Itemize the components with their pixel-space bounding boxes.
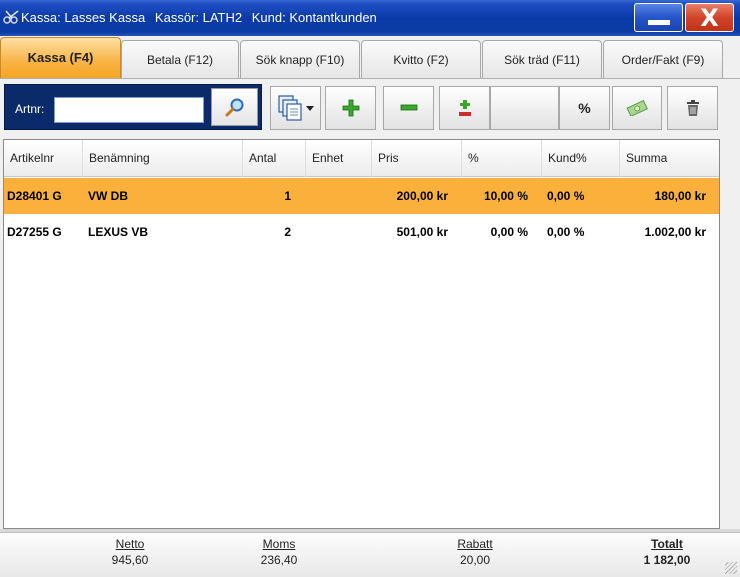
title-kund: Kund: Kontantkunden — [251, 10, 377, 25]
cell-antal: 1 — [284, 189, 291, 203]
column-artikelnr[interactable]: Artikelnr — [4, 140, 83, 177]
cell-summa: 1.002,00 kr — [644, 225, 706, 239]
totalt-label[interactable]: Totalt — [620, 537, 714, 551]
table-row[interactable]: D28401 G VW DB 1 200,00 kr 10,00 % 0,00 … — [4, 178, 719, 214]
rabatt-summary: Rabatt 20,00 — [435, 537, 515, 567]
rabatt-label[interactable]: Rabatt — [435, 537, 515, 551]
artnr-search-panel: Artnr: — [4, 84, 262, 130]
money-icon — [626, 100, 648, 116]
column-procent[interactable]: % — [462, 140, 542, 177]
percent-label: % — [578, 100, 591, 116]
tab-bar: Kassa (F4) Betala (F12) Sök knapp (F10) … — [0, 37, 740, 79]
close-button[interactable]: X — [685, 3, 734, 32]
column-kundprocent[interactable]: Kund% — [542, 140, 620, 177]
article-grid: Artikelnr Benämning Antal Enhet Pris % K… — [3, 139, 720, 529]
delete-button[interactable] — [667, 86, 718, 130]
artnr-input[interactable] — [54, 97, 204, 123]
discount-money-button[interactable] — [612, 86, 662, 130]
moms-summary: Moms 236,40 — [239, 537, 319, 567]
search-icon — [225, 98, 244, 117]
cell-kundprocent: 0,00 % — [547, 225, 585, 239]
table-row[interactable]: D27255 G LEXUS VB 2 501,00 kr 0,00 % 0,0… — [4, 214, 719, 250]
title-bar: Kassa: Lasses Kassa Kassör: LATH2 Kund: … — [0, 0, 740, 36]
netto-summary: Netto 945,60 — [90, 537, 170, 567]
column-enhet[interactable]: Enhet — [306, 140, 372, 177]
grid-header: Artikelnr Benämning Antal Enhet Pris % K… — [4, 140, 719, 177]
cell-antal: 2 — [284, 225, 291, 239]
column-benamning[interactable]: Benämning — [83, 140, 243, 177]
title-kassa: Kassa: Lasses Kassa — [21, 10, 146, 25]
empty-tool-button[interactable] — [490, 86, 559, 130]
copy-dropdown-icon — [277, 95, 314, 121]
cell-pris: 501,00 kr — [396, 225, 448, 239]
window-title: Kassa: Lasses Kassa Kassör: LATH2 Kund: … — [21, 10, 383, 25]
minimize-icon — [648, 20, 670, 25]
copy-dropdown-button[interactable] — [270, 86, 321, 130]
netto-label[interactable]: Netto — [90, 537, 170, 551]
netto-value: 945,60 — [111, 553, 149, 567]
column-summa[interactable]: Summa — [620, 140, 719, 177]
totals-footer: Netto 945,60 Moms 236,40 Rabatt 20,00 To… — [0, 532, 740, 577]
minus-icon — [400, 104, 417, 111]
cell-pris: 200,00 kr — [396, 189, 448, 203]
cell-procent: 10,00 % — [483, 189, 528, 203]
scissors-icon — [3, 10, 19, 24]
column-pris[interactable]: Pris — [372, 140, 462, 177]
close-icon: X — [700, 4, 719, 32]
column-antal[interactable]: Antal — [243, 140, 306, 177]
totalt-summary: Totalt 1 182,00 — [620, 537, 714, 567]
artnr-label: Artnr: — [15, 102, 45, 116]
cell-artikelnr: D28401 G — [7, 189, 62, 203]
cell-artikelnr: D27255 G — [7, 225, 62, 239]
rabatt-value: 20,00 — [459, 553, 491, 567]
resize-grip-icon[interactable] — [725, 562, 737, 574]
remove-button[interactable] — [383, 86, 434, 130]
cell-procent: 0,00 % — [490, 225, 528, 239]
moms-label[interactable]: Moms — [239, 537, 319, 551]
title-kassor: Kassör: LATH2 — [154, 10, 243, 25]
search-button[interactable] — [211, 88, 258, 126]
plus-minus-button[interactable] — [439, 86, 490, 130]
cell-benamning: VW DB — [88, 189, 128, 203]
totalt-value: 1 182,00 — [643, 553, 691, 567]
toolbar: Artnr: % — [0, 80, 740, 136]
plus-icon — [342, 99, 359, 117]
moms-value: 236,40 — [260, 553, 298, 567]
tab-kassa[interactable]: Kassa (F4) — [0, 37, 121, 78]
trash-icon — [686, 100, 699, 116]
tab-kvitto[interactable]: Kvitto (F2) — [361, 40, 481, 78]
percent-button[interactable]: % — [559, 86, 610, 130]
tab-sok-knapp[interactable]: Sök knapp (F10) — [240, 40, 360, 78]
minimize-button[interactable] — [634, 3, 683, 32]
cell-benamning: LEXUS VB — [88, 225, 149, 239]
add-button[interactable] — [325, 86, 376, 130]
plus-minus-icon — [458, 100, 471, 116]
cell-kundprocent: 0,00 % — [547, 189, 585, 203]
cell-summa: 180,00 kr — [654, 189, 706, 203]
tab-sok-trad[interactable]: Sök träd (F11) — [482, 40, 602, 78]
tab-betala[interactable]: Betala (F12) — [121, 40, 239, 78]
tab-order-fakt[interactable]: Order/Fakt (F9) — [603, 40, 723, 78]
